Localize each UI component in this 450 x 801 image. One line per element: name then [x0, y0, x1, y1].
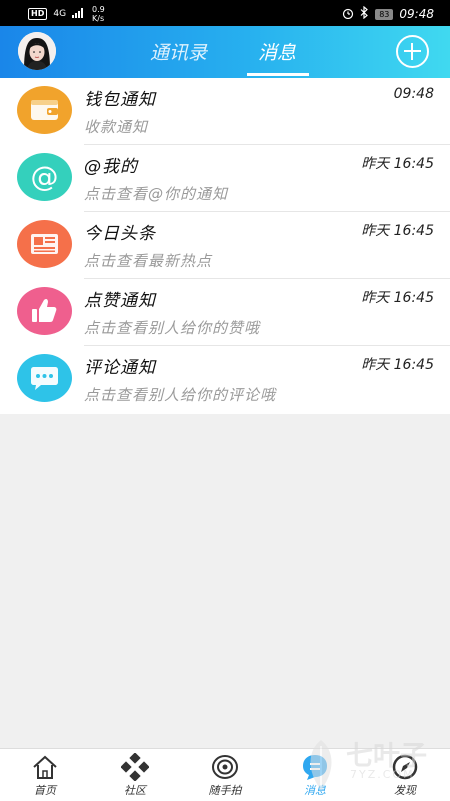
bluetooth-icon — [360, 5, 369, 22]
at-icon: @ — [17, 153, 72, 201]
message-title: @我的 — [84, 157, 138, 177]
newspaper-icon — [17, 220, 72, 268]
add-button[interactable] — [396, 35, 429, 68]
nav-label: 消息 — [304, 784, 326, 797]
top-header: 通讯录 消息 — [0, 26, 450, 78]
home-icon — [31, 753, 59, 781]
message-item-headlines[interactable]: 今日头条 点击查看最新热点 昨天 16:45 — [0, 212, 450, 279]
nav-item-messages[interactable]: 消息 — [270, 749, 360, 801]
message-time: 09:48 — [393, 86, 434, 102]
discover-icon — [391, 753, 419, 781]
tab-messages[interactable]: 消息 — [258, 38, 296, 65]
wallet-icon — [17, 86, 72, 134]
comment-icon — [17, 354, 72, 402]
message-time: 昨天 16:45 — [361, 223, 434, 239]
status-bar: HD 4G 0.9 K/s 83 09:48 — [0, 0, 450, 26]
message-title: 点赞通知 — [84, 291, 156, 311]
alarm-icon — [342, 7, 354, 22]
nav-item-home[interactable]: 首页 — [0, 749, 90, 801]
status-left: HD 4G 0.9 K/s — [28, 5, 105, 23]
message-subtitle: 点击查看别人给你的评论哦 — [84, 386, 277, 404]
svg-text:@: @ — [31, 160, 59, 193]
battery-level: 83 — [375, 8, 394, 20]
message-time: 昨天 16:45 — [361, 357, 434, 373]
message-subtitle: 点击查看别人给你的赞哦 — [84, 319, 261, 337]
message-subtitle: 点击查看最新热点 — [84, 252, 213, 270]
community-icon — [120, 752, 150, 782]
nav-item-community[interactable]: 社区 — [90, 749, 180, 801]
nav-item-camera[interactable]: 随手拍 — [180, 749, 270, 801]
message-title: 钱包通知 — [84, 90, 156, 110]
speed-unit: K/s — [92, 14, 105, 23]
message-subtitle: 收款通知 — [84, 118, 149, 136]
nav-label: 首页 — [34, 784, 56, 797]
message-title: 评论通知 — [84, 358, 156, 378]
bottom-nav: 首页 社区 随手拍 消息 发现 — [0, 748, 450, 801]
nav-label: 社区 — [124, 784, 146, 797]
message-item-comments[interactable]: 评论通知 点击查看别人给你的评论哦 昨天 16:45 — [0, 346, 450, 413]
camera-icon — [211, 753, 239, 781]
nav-label: 发现 — [394, 784, 416, 797]
speed-value: 0.9 — [92, 5, 105, 14]
message-time: 昨天 16:45 — [361, 156, 434, 172]
message-item-wallet[interactable]: 钱包通知 收款通知 09:48 — [0, 78, 450, 145]
message-item-mentions[interactable]: @ @我的 点击查看@你的通知 昨天 16:45 — [0, 145, 450, 212]
message-title: 今日头条 — [84, 224, 156, 244]
signal-icon — [72, 7, 86, 21]
network-type: 4G — [53, 8, 67, 19]
message-item-likes[interactable]: 点赞通知 点击查看别人给你的赞哦 昨天 16:45 — [0, 279, 450, 346]
tab-contacts[interactable]: 通讯录 — [150, 38, 207, 65]
message-icon — [301, 753, 329, 781]
hd-badge: HD — [28, 8, 48, 20]
message-time: 昨天 16:45 — [361, 290, 434, 306]
message-subtitle: 点击查看@你的通知 — [84, 185, 229, 203]
active-tab-indicator — [247, 73, 309, 76]
nav-label: 随手拍 — [208, 784, 242, 797]
message-list: 钱包通知 收款通知 09:48 @ @我的 点击查看@你的通知 昨天 16:45 — [0, 78, 450, 414]
avatar[interactable] — [18, 32, 56, 70]
thumbs-up-icon — [17, 287, 72, 335]
status-time: 09:48 — [399, 7, 434, 21]
nav-item-discover[interactable]: 发现 — [360, 749, 450, 801]
network-speed: 0.9 K/s — [92, 5, 105, 23]
status-right: 83 09:48 — [342, 5, 434, 22]
